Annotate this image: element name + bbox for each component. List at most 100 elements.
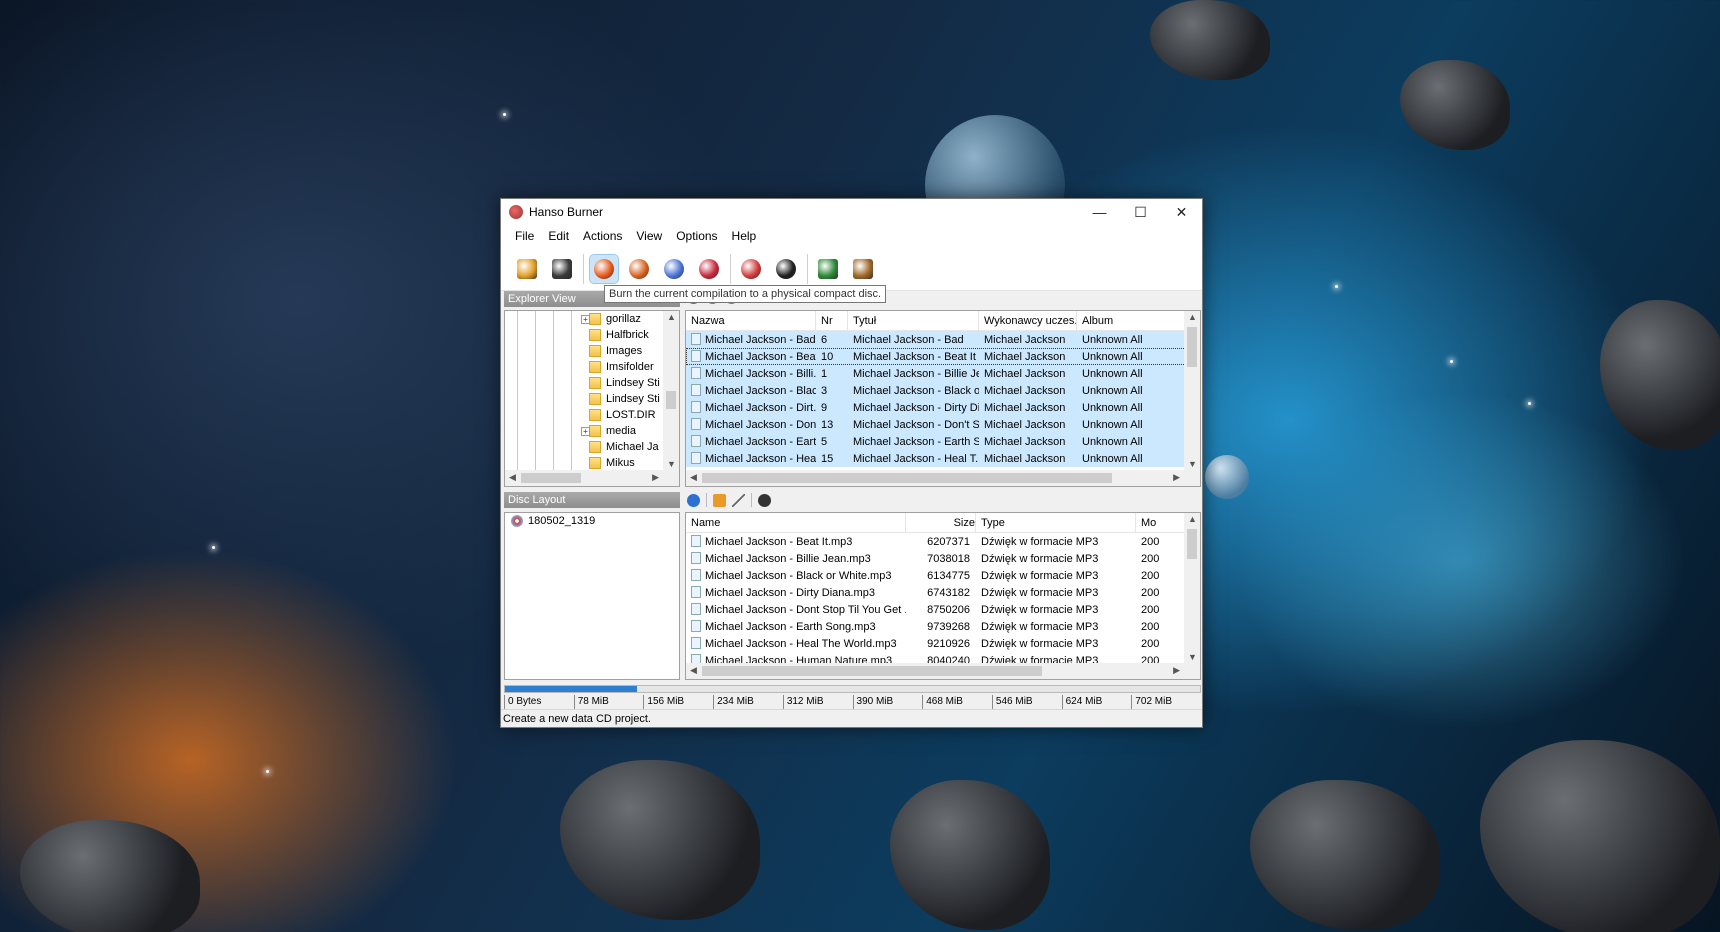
table-row[interactable]: Michael Jackson - Billi... 1 Michael Jacks… [686,365,1200,382]
cell-text: 9210926 [927,637,970,650]
tree-item[interactable]: Michael Ja [505,439,679,455]
disc-scroll-thumb[interactable] [1187,529,1197,559]
minimize-button[interactable]: — [1079,199,1120,225]
erase-icon[interactable] [737,255,765,283]
table-row[interactable]: Michael Jackson - Dirty Diana.mp3 6743182… [686,584,1200,601]
column-header[interactable]: Nazwa [686,311,816,330]
table-cell: Michael Jackson - Earth Song.mp3 [686,620,906,633]
file-list-vertical-scrollbar[interactable]: ▲ ▼ [1184,311,1200,470]
exit-icon[interactable] [849,255,877,283]
disc-file-list[interactable]: Name Size Type Mo Michael Jackson - Beat It… [685,512,1201,680]
table-row[interactable]: Michael Jackson - Heal... 15 Michael Jacks… [686,450,1200,467]
tree-item[interactable]: Imsifolder [505,359,679,375]
tree-hscroll-thumb[interactable] [521,473,581,483]
table-row[interactable]: Michael Jackson - Beat It.mp3 6207371 Dźwi… [686,533,1200,550]
column-header[interactable]: Name [686,513,906,532]
star [1335,285,1338,288]
table-row[interactable]: Michael Jackson - Billie Jean.mp3 7038018… [686,550,1200,567]
disc-hscroll-thumb[interactable] [702,666,1042,676]
table-row[interactable]: Michael Jackson - Blac... 3 Michael Jackso… [686,382,1200,399]
cell-text: Unknown All [1082,435,1143,448]
table-row[interactable]: Michael Jackson - Dont Stop Til You Get … [686,601,1200,618]
capacity-tick: 156 MiB [643,695,713,709]
file-list-hscroll-thumb[interactable] [702,473,1112,483]
disc-vertical-scrollbar[interactable]: ▲ ▼ [1184,513,1200,663]
tree-item[interactable]: Lindsey Sti [505,391,679,407]
cell-text: 6743182 [927,586,970,599]
file-list[interactable]: Nazwa Nr Tytuł Wykonawcy uczes... Album Mich… [685,310,1201,487]
table-row[interactable]: Michael Jackson - Beat It 10 Michael Jacks… [686,348,1200,365]
table-row[interactable]: Michael Jackson - Don... 13 Michael Jackso… [686,416,1200,433]
column-header[interactable]: Mo [1136,513,1186,532]
column-header[interactable]: Type [976,513,1136,532]
info-icon[interactable] [687,493,700,507]
column-header[interactable]: Nr [816,311,848,330]
scroll-left-icon[interactable]: ◀ [690,472,697,483]
scroll-down-icon[interactable]: ▼ [1188,652,1197,662]
refresh-icon[interactable] [814,255,842,283]
tree-horizontal-scrollbar[interactable]: ◀ ▶ [505,470,679,486]
menu-options[interactable]: Options [676,229,717,243]
add-files-icon[interactable] [713,493,726,507]
expand-icon[interactable]: + [581,315,590,324]
column-header[interactable]: Tytuł [848,311,979,330]
tree-item[interactable]: Lindsey Sti [505,375,679,391]
expand-icon[interactable]: + [581,427,590,436]
rename-icon[interactable] [732,493,745,507]
scroll-right-icon[interactable]: ▶ [1173,665,1180,676]
file-list-horizontal-scrollbar[interactable]: ◀ ▶ [686,470,1200,486]
table-row[interactable]: Michael Jackson - Eart... 5 Michael Jackso… [686,433,1200,450]
tree-item[interactable]: + media [505,423,679,439]
cell-text: Michael Jackson - Dirt... [705,402,816,414]
scroll-down-icon[interactable]: ▼ [1188,459,1197,469]
table-row[interactable]: Michael Jackson - Earth Song.mp3 9739268 D… [686,618,1200,635]
scroll-right-icon[interactable]: ▶ [1173,472,1180,483]
scroll-up-icon[interactable]: ▲ [667,312,676,322]
copy-disc-icon[interactable] [660,255,688,283]
burn-icon[interactable] [589,253,619,284]
scroll-up-icon[interactable]: ▲ [1188,514,1197,524]
table-row[interactable]: Michael Jackson - Heal The World.mp3 9210… [686,635,1200,652]
menu-edit[interactable]: Edit [548,229,569,243]
table-row[interactable]: Michael Jackson - Dirt... 9 Michael Jackso… [686,399,1200,416]
close-button[interactable]: ✕ [1161,199,1202,225]
column-header[interactable]: Album [1077,311,1187,330]
column-header[interactable]: Size [906,513,976,532]
tree-scroll-thumb[interactable] [666,391,676,409]
tree-vertical-scrollbar[interactable]: ▲ ▼ [663,311,679,470]
tree-item[interactable]: Images [505,343,679,359]
menu-view[interactable]: View [636,229,662,243]
table-row[interactable]: Michael Jackson - Bad 6 Michael Jackson - … [686,331,1200,348]
folder-tree[interactable]: + gorillaz Halfbrick Images Imsifolder Lindse… [504,310,680,487]
tree-item[interactable]: Mikus [505,455,679,471]
scroll-left-icon[interactable]: ◀ [509,472,516,483]
title-bar[interactable]: Hanso Burner — ☐ ✕ [501,199,1202,225]
menu-help[interactable]: Help [732,229,757,243]
disc-horizontal-scrollbar[interactable]: ◀ ▶ [686,663,1200,679]
disc-tree[interactable]: 180502_1319 [504,512,680,680]
scroll-right-icon[interactable]: ▶ [652,472,659,483]
scroll-up-icon[interactable]: ▲ [1188,312,1197,322]
tree-item[interactable]: Halfbrick [505,327,679,343]
cell-text: Michael Jackson [984,333,1066,346]
scroll-left-icon[interactable]: ◀ [690,665,697,676]
disc-info-icon[interactable] [772,255,800,283]
project-node[interactable]: 180502_1319 [505,513,679,529]
verify-icon[interactable] [695,255,723,283]
remove-icon[interactable] [758,493,771,507]
tree-lines [505,439,589,455]
cell-text: Michael Jackson - Don't S... [853,418,979,431]
column-header[interactable]: Wykonawcy uczes... [979,311,1077,330]
menu-actions[interactable]: Actions [583,229,622,243]
maximize-button[interactable]: ☐ [1120,199,1161,225]
disc-file-list-header: Name Size Type Mo [686,513,1200,533]
open-icon[interactable] [513,255,541,283]
table-row[interactable]: Michael Jackson - Black or White.mp3 6134… [686,567,1200,584]
menu-file[interactable]: File [515,229,534,243]
burn-image-icon[interactable] [625,255,653,283]
tree-item[interactable]: LOST.DIR [505,407,679,423]
file-list-scroll-thumb[interactable] [1187,327,1197,367]
save-icon[interactable] [548,255,576,283]
scroll-down-icon[interactable]: ▼ [667,459,676,469]
tree-item[interactable]: + gorillaz [505,311,679,327]
